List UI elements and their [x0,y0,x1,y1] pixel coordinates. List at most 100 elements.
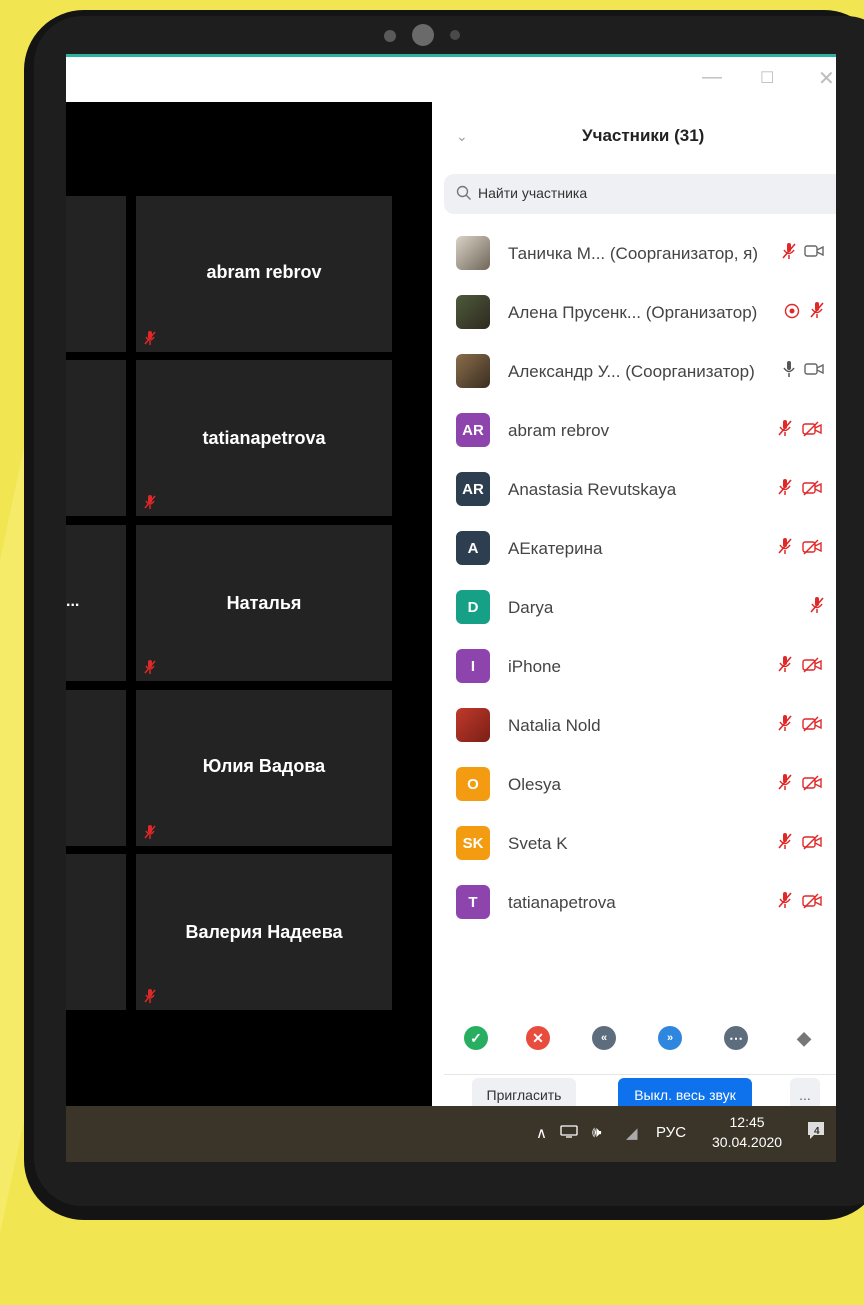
mic-off-icon[interactable] [810,596,824,619]
video-camera-icon[interactable] [804,362,824,381]
go-slower-icon[interactable]: « [592,1026,616,1050]
camera-lens [412,24,434,46]
search-placeholder: Найти участника [478,185,588,201]
video-camera-icon[interactable] [804,244,824,263]
participant-row[interactable]: A AЕкатерина [432,519,836,577]
mic-off-icon[interactable] [778,714,792,737]
video-tile-cut: ... [66,525,126,681]
search-input[interactable]: Найти участника [444,174,836,214]
video-off-icon[interactable] [802,893,822,914]
mic-off-icon[interactable] [778,773,792,796]
mic-off-icon[interactable] [782,242,796,265]
participant-name: Таничка М... (Соорганизатор, я) [508,244,759,263]
mic-off-icon [144,659,156,675]
participant-name: Александр У... (Соорганизатор) [508,362,755,381]
video-off-icon[interactable] [802,539,822,560]
video-tile[interactable]: Юлия Вадова [136,690,392,846]
no-x-icon[interactable]: ✕ [526,1026,550,1050]
wifi-icon[interactable]: ◢ [626,1124,638,1142]
video-grid: ... abram rebrov tatianapetrova Наталья … [66,102,432,1106]
mic-off-icon[interactable] [810,301,824,324]
tile-name: Наталья [226,593,302,613]
participant-name: Natalia Nold [508,716,601,735]
minimize-icon[interactable]: — [702,66,722,89]
participant-name: AЕкатерина [508,539,603,558]
video-tile[interactable]: abram rebrov [136,196,392,352]
cut-off-name: ... [66,593,80,610]
avatar: SK [456,826,490,860]
participant-row[interactable]: I iPhone [432,637,836,695]
screen: — ☐ ✕ ... abram rebrov tatianapetrova На… [66,54,836,1162]
video-tile[interactable]: tatianapetrova [136,360,392,516]
tile-name: Юлия Вадова [202,756,326,776]
notifications-icon[interactable]: 4 [806,1120,826,1142]
participant-row[interactable]: Таничка М... (Соорганизатор, я) [432,224,836,282]
video-tile[interactable]: Наталья [136,525,392,681]
video-off-icon[interactable] [802,834,822,855]
go-faster-icon[interactable]: » [658,1026,682,1050]
mic-off-icon[interactable] [778,419,792,442]
avatar: A [456,531,490,565]
sensor-dot [384,30,396,42]
avatar: AR [456,413,490,447]
participant-row[interactable]: SK Sveta K [432,814,836,872]
mic-off-icon[interactable] [778,478,792,501]
participant-row[interactable]: T tatianapetrova [432,873,836,931]
participant-row[interactable]: Natalia Nold [432,696,836,754]
participant-name: abram rebrov [508,421,610,440]
search-icon [456,185,472,206]
mic-off-icon[interactable] [778,655,792,678]
mic-off-icon[interactable] [778,891,792,914]
avatar: O [456,767,490,801]
avatar: AR [456,472,490,506]
divider [444,1074,836,1075]
clock-date: 30.04.2020 [712,1134,783,1150]
participant-name: Darya [508,598,554,617]
participant-name: Sveta K [508,834,568,853]
video-off-icon[interactable] [802,657,822,678]
video-off-icon[interactable] [802,421,822,442]
video-tile[interactable]: Валерия Надеева [136,854,392,1010]
windows-taskbar: ∧ 🕪 ◢ РУС 12:45 30.04.2020 4 [66,1106,836,1162]
panel-title: Участники (31) [582,126,705,145]
participant-row[interactable]: Алена Прусенк... (Организатор) [432,283,836,341]
notification-count: 4 [814,1126,820,1137]
participant-row[interactable]: Александр У... (Соорганизатор) [432,342,836,400]
yes-check-icon[interactable]: ✓ [464,1026,488,1050]
participant-row[interactable]: AR abram rebrov [432,401,836,459]
tile-name: Валерия Надеева [185,922,343,942]
clear-icon[interactable]: ◆ [792,1026,816,1050]
tray-expand-icon[interactable]: ∧ [536,1124,547,1142]
participant-row[interactable]: D Darya [432,578,836,636]
video-off-icon[interactable] [802,480,822,501]
video-off-icon[interactable] [802,716,822,737]
video-off-icon[interactable] [802,775,822,796]
close-icon[interactable]: ✕ [818,66,835,91]
volume-icon[interactable]: 🕪 [592,1124,601,1141]
participant-row[interactable]: AR Anastasia Revutskaya [432,460,836,518]
avatar [456,708,490,742]
mic-off-icon[interactable] [778,832,792,855]
participant-name: Anastasia Revutskaya [508,480,677,499]
maximize-icon[interactable]: ☐ [760,68,774,88]
avatar [456,354,490,388]
nonverbal-feedback-bar: ✓ ✕ « » ⋯ ◆ [432,1014,836,1064]
mic-off-icon [144,824,156,840]
avatar: D [456,590,490,624]
participant-row[interactable]: O Olesya [432,755,836,813]
avatar: T [456,885,490,919]
video-tile-cut [66,196,126,352]
participant-name: Алена Прусенк... (Организатор) [508,303,758,322]
avatar: I [456,649,490,683]
clock[interactable]: 12:45 30.04.2020 [712,1112,782,1152]
participants-panel: ⌄ Участники (31) Найти участника Таничка… [432,102,836,1112]
avatar [456,236,490,270]
language-indicator[interactable]: РУС [656,1124,686,1141]
avatar [456,295,490,329]
more-icon[interactable]: ⋯ [724,1026,748,1050]
network-icon[interactable] [560,1124,578,1142]
mic-off-icon [144,494,156,510]
chevron-down-icon[interactable]: ⌄ [456,128,468,145]
mic-on-icon[interactable] [782,360,796,383]
mic-off-icon[interactable] [778,537,792,560]
